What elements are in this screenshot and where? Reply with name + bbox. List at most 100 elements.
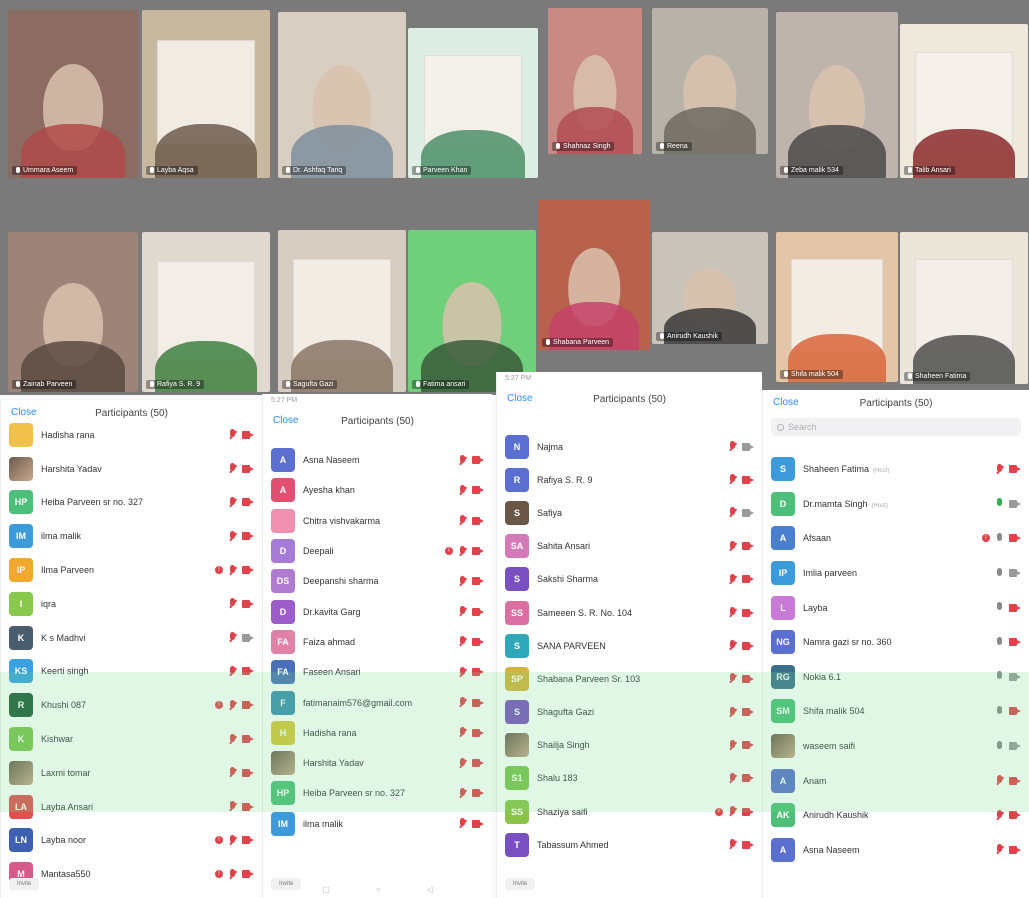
mic-icon[interactable] bbox=[996, 740, 1003, 752]
participant-row[interactable]: Harshita Yadav bbox=[1, 452, 262, 486]
video-camera-icon[interactable] bbox=[742, 442, 754, 451]
video-off-icon[interactable] bbox=[1009, 845, 1021, 854]
participant-row[interactable]: DS Deepanshi sharma bbox=[263, 566, 492, 596]
participant-row[interactable]: waseem saifi bbox=[763, 729, 1029, 764]
mic-muted-icon[interactable] bbox=[229, 496, 236, 508]
video-tile[interactable]: Fatima ansari bbox=[408, 230, 536, 392]
mic-muted-icon[interactable] bbox=[229, 530, 236, 542]
close-button[interactable]: Close bbox=[773, 397, 799, 408]
mic-muted-icon[interactable] bbox=[229, 665, 236, 677]
participant-row[interactable]: R Khushi 087! bbox=[1, 688, 262, 722]
recent-apps-icon[interactable]: ▢ bbox=[322, 885, 330, 894]
mic-muted-icon[interactable] bbox=[229, 463, 236, 474]
video-off-icon[interactable] bbox=[742, 542, 754, 551]
participant-row[interactable]: N Najma bbox=[497, 430, 762, 463]
mic-icon[interactable] bbox=[996, 532, 1003, 544]
participant-row[interactable]: LN Layba noor! bbox=[1, 824, 262, 858]
mic-muted-icon[interactable] bbox=[229, 733, 236, 745]
mic-muted-icon[interactable] bbox=[229, 598, 236, 609]
video-off-icon[interactable] bbox=[1009, 534, 1021, 543]
video-off-icon[interactable] bbox=[742, 475, 754, 484]
participant-row[interactable]: HP Heiba Parveen sr no. 327 bbox=[263, 778, 492, 808]
participant-row[interactable]: S1 Shalu 183 bbox=[497, 762, 762, 795]
mic-muted-icon[interactable] bbox=[729, 739, 736, 751]
video-off-icon[interactable] bbox=[242, 464, 254, 473]
video-off-icon[interactable] bbox=[1009, 603, 1021, 612]
video-tile[interactable]: Reena bbox=[652, 8, 768, 154]
video-off-icon[interactable] bbox=[742, 741, 754, 750]
video-off-icon[interactable] bbox=[472, 516, 484, 525]
mic-icon[interactable] bbox=[996, 498, 1003, 509]
video-off-icon[interactable] bbox=[472, 698, 484, 707]
video-off-icon[interactable] bbox=[242, 498, 254, 507]
home-icon[interactable]: ○ bbox=[376, 885, 381, 894]
close-button[interactable]: Close bbox=[273, 415, 299, 426]
video-tile[interactable]: Shaheen Fatima bbox=[900, 232, 1028, 384]
participant-row[interactable]: SS Shaziya saifi! bbox=[497, 795, 762, 828]
mic-muted-icon[interactable] bbox=[996, 844, 1003, 855]
participant-row[interactable]: Ffatimanaim576@gmail.com bbox=[263, 687, 492, 717]
video-tile[interactable]: Dr. Ashfaq Tariq bbox=[278, 12, 406, 178]
participant-row[interactable]: Laxmi tomar bbox=[1, 756, 262, 790]
participant-row[interactable]: K K s Madhvi bbox=[1, 621, 262, 655]
video-tile[interactable]: Anirudh Kaushik bbox=[652, 232, 768, 344]
mic-icon[interactable] bbox=[996, 567, 1003, 579]
participant-row[interactable]: L Layba bbox=[763, 590, 1029, 625]
participant-row[interactable]: K Kishwar bbox=[1, 722, 262, 756]
mic-icon[interactable] bbox=[996, 671, 1003, 682]
video-off-icon[interactable] bbox=[1009, 776, 1021, 785]
video-off-icon[interactable] bbox=[472, 577, 484, 586]
video-off-icon[interactable] bbox=[472, 456, 484, 465]
video-tile[interactable]: Zeba malik 534 bbox=[776, 12, 898, 178]
mic-muted-icon[interactable] bbox=[459, 636, 466, 647]
participant-row[interactable]: IM ilma malik bbox=[1, 519, 262, 553]
video-off-icon[interactable] bbox=[472, 637, 484, 646]
participant-row[interactable]: IP Imlia parveen bbox=[763, 556, 1029, 591]
video-off-icon[interactable] bbox=[742, 674, 754, 683]
video-off-icon[interactable] bbox=[742, 608, 754, 617]
close-button[interactable]: Close bbox=[507, 393, 533, 404]
video-off-icon[interactable] bbox=[242, 430, 254, 439]
video-off-icon[interactable] bbox=[472, 547, 484, 556]
mic-muted-icon[interactable] bbox=[729, 839, 736, 850]
participant-row[interactable]: A Asna Naseem bbox=[263, 445, 492, 475]
video-off-icon[interactable] bbox=[242, 768, 254, 777]
participant-row[interactable]: D Deepali! bbox=[263, 536, 492, 566]
video-off-icon[interactable] bbox=[242, 532, 254, 541]
mic-muted-icon[interactable] bbox=[229, 429, 236, 440]
participant-row[interactable]: SS Sameeen S. R. No. 104 bbox=[497, 596, 762, 629]
participant-row[interactable]: M Mantasa550! bbox=[1, 857, 262, 891]
participant-row[interactable]: S Safiya bbox=[497, 496, 762, 529]
invite-button[interactable]: Invite bbox=[505, 878, 536, 890]
video-tile[interactable]: Shifa malik 504 bbox=[776, 232, 898, 382]
mic-muted-icon[interactable] bbox=[729, 806, 736, 817]
participant-row[interactable]: A Ayesha khan bbox=[263, 475, 492, 505]
mic-muted-icon[interactable] bbox=[229, 834, 236, 846]
video-tile[interactable]: Ummara Aseem bbox=[8, 10, 138, 178]
close-button[interactable]: Close bbox=[11, 407, 37, 418]
video-off-icon[interactable] bbox=[742, 641, 754, 650]
mic-muted-icon[interactable] bbox=[229, 632, 236, 643]
mic-muted-icon[interactable] bbox=[459, 515, 466, 526]
mic-muted-icon[interactable] bbox=[459, 484, 466, 496]
video-off-icon[interactable] bbox=[472, 607, 484, 616]
video-camera-icon[interactable] bbox=[242, 633, 254, 642]
participant-row[interactable]: FA Faiza ahmad bbox=[263, 627, 492, 657]
participant-row[interactable]: R Rafiya S. R. 9 bbox=[497, 463, 762, 496]
participant-row[interactable]: T Tabassum Ahmed bbox=[497, 828, 762, 861]
video-tile[interactable]: Rafiya S. R. 9 bbox=[142, 232, 270, 392]
participant-row[interactable]: S SANA PARVEEN bbox=[497, 629, 762, 662]
video-off-icon[interactable] bbox=[472, 486, 484, 495]
participant-row[interactable]: RG Nokia 6.1 bbox=[763, 660, 1029, 695]
video-off-icon[interactable] bbox=[242, 836, 254, 845]
mic-muted-icon[interactable] bbox=[996, 809, 1003, 821]
video-off-icon[interactable] bbox=[1009, 707, 1021, 716]
video-off-icon[interactable] bbox=[742, 708, 754, 717]
video-tile[interactable]: Shabana Parveen bbox=[538, 200, 650, 350]
participant-row[interactable]: IP Ilma Parveen! bbox=[1, 553, 262, 587]
mic-icon[interactable] bbox=[996, 602, 1003, 613]
mic-muted-icon[interactable] bbox=[229, 699, 236, 711]
mic-muted-icon[interactable] bbox=[459, 787, 466, 799]
mic-muted-icon[interactable] bbox=[459, 575, 466, 587]
video-tile[interactable]: Zainab Parveen bbox=[8, 232, 138, 392]
